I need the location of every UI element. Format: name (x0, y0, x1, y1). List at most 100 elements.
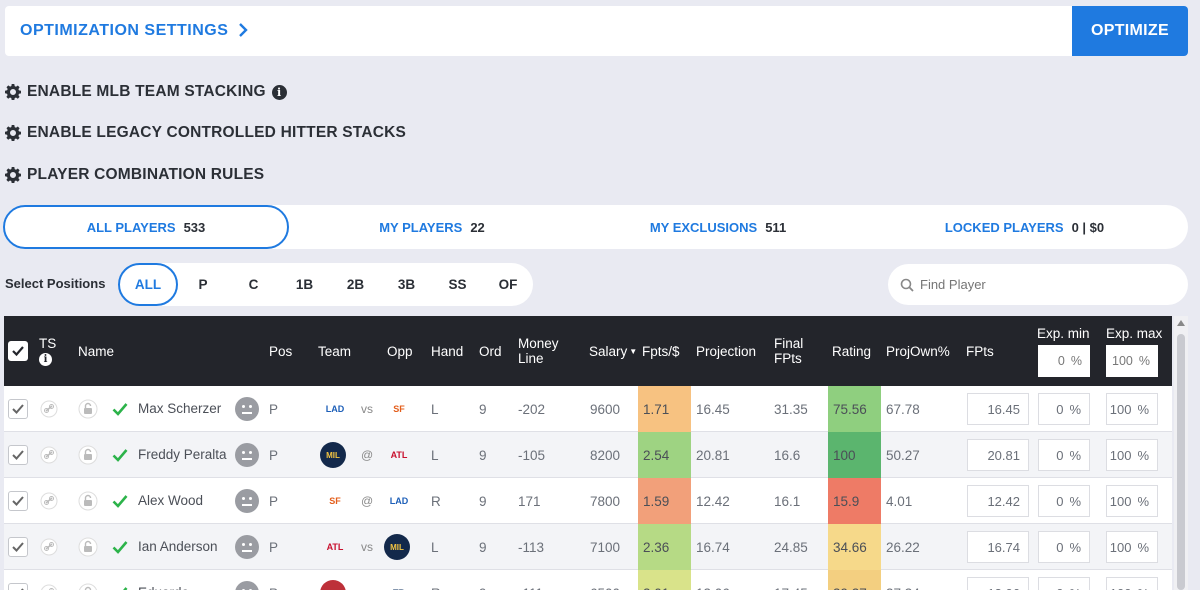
row-checkbox[interactable] (8, 583, 28, 590)
neutral-face-icon[interactable] (235, 581, 259, 590)
position-2b[interactable]: 2B (330, 263, 381, 306)
lock-icon[interactable] (78, 432, 98, 478)
player-name[interactable]: Alex Wood (138, 493, 230, 509)
header-fpts[interactable]: FPts (966, 316, 994, 386)
check-icon (112, 478, 128, 524)
player-name[interactable]: Freddy Peralta (138, 447, 230, 463)
position-ss[interactable]: SS (432, 263, 483, 306)
lock-icon[interactable] (78, 478, 98, 524)
exp-max-input[interactable]: 100% (1106, 531, 1158, 563)
header-ts[interactable]: TS i (39, 316, 56, 386)
neutral-face-icon[interactable] (235, 443, 259, 467)
neutral-face-icon[interactable] (235, 489, 259, 513)
position-c[interactable]: C (228, 263, 279, 306)
find-player-input[interactable] (920, 277, 1170, 292)
find-player-search[interactable] (888, 264, 1188, 305)
exp-max-all-input[interactable]: 100% (1106, 345, 1158, 377)
position-all[interactable]: ALL (118, 263, 178, 306)
link-icon[interactable] (40, 524, 58, 570)
table-scrollbar[interactable] (1174, 316, 1188, 590)
header-money-line[interactable]: Money Line (518, 316, 568, 386)
exp-max-input[interactable]: 100% (1106, 393, 1158, 425)
header-rating[interactable]: Rating (832, 316, 871, 386)
table-row: Max Scherzer P LAD vs SF L 9 -202 9600 1… (4, 386, 1172, 432)
header-salary-label: Salary (589, 343, 628, 359)
lock-icon[interactable] (78, 570, 98, 590)
header-pos[interactable]: Pos (269, 316, 292, 386)
position-1b[interactable]: 1B (279, 263, 330, 306)
lock-icon[interactable] (78, 386, 98, 432)
exp-min-input[interactable]: 0% (1038, 439, 1090, 471)
player-name[interactable]: Max Scherzer (138, 401, 230, 417)
tab-locked-players[interactable]: LOCKED PLAYERS 0 | $0 (861, 205, 1188, 249)
player-final-fpts: 17.45 (774, 570, 808, 590)
link-icon[interactable] (40, 478, 58, 524)
exp-max-input[interactable]: 100% (1106, 439, 1158, 471)
player-fpts-per-dollar: 2.54 (638, 432, 691, 478)
header-opp[interactable]: Opp (387, 316, 413, 386)
header-projown[interactable]: ProjOwn% (886, 316, 950, 386)
header-ord[interactable]: Ord (479, 316, 502, 386)
lock-icon[interactable] (78, 524, 98, 570)
exp-min-input[interactable]: 0% (1038, 531, 1090, 563)
header-team[interactable]: Team (318, 316, 351, 386)
header-final-fpts[interactable]: Final FPts (774, 316, 814, 386)
fpts-input[interactable]: 20.81 (967, 439, 1029, 471)
exp-max-input[interactable]: 100% (1106, 577, 1158, 590)
exp-min-input[interactable]: 0% (1038, 393, 1090, 425)
player-name[interactable]: Eduardo (138, 585, 230, 590)
player-pos: P (269, 447, 279, 463)
player-projown: 67.78 (886, 401, 920, 417)
player-projown: 4.01 (886, 493, 913, 509)
fpts-input[interactable]: 13.06 (967, 577, 1029, 590)
optimization-settings-bar[interactable]: OPTIMIZATION SETTINGS OPTIMIZE (5, 6, 1188, 56)
fpts-input[interactable]: 16.74 (967, 531, 1029, 563)
exp-min-all-input[interactable]: 0% (1038, 345, 1090, 377)
player-final-fpts: 31.35 (774, 401, 808, 417)
position-3b[interactable]: 3B (381, 263, 432, 306)
row-checkbox[interactable] (8, 491, 28, 511)
link-icon[interactable] (40, 386, 58, 432)
position-p[interactable]: P (178, 263, 228, 306)
tab-my-players[interactable]: MY PLAYERS 22 (289, 205, 575, 249)
tab-my-exclusions[interactable]: MY EXCLUSIONS 511 (575, 205, 861, 249)
row-checkbox[interactable] (8, 537, 28, 557)
position-of[interactable]: OF (483, 263, 533, 306)
exp-min-input[interactable]: 0% (1038, 577, 1090, 590)
info-icon[interactable]: i (271, 84, 287, 100)
exp-min-input[interactable]: 0% (1038, 485, 1090, 517)
tab-all-players[interactable]: ALL PLAYERS 533 (3, 205, 289, 249)
gear-icon (5, 84, 21, 100)
select-all-checkbox[interactable] (8, 316, 28, 386)
optimization-settings-title: OPTIMIZATION SETTINGS (20, 22, 229, 39)
setting-legacy-hitter-stacks[interactable]: ENABLE LEGACY CONTROLLED HITTER STACKS (5, 124, 406, 142)
link-icon[interactable] (40, 432, 58, 478)
row-checkbox[interactable] (8, 445, 28, 465)
scrollbar-thumb[interactable] (1177, 334, 1185, 590)
search-icon (900, 278, 914, 292)
setting-team-stacking[interactable]: ENABLE MLB TEAM STACKING i (5, 83, 287, 101)
fpts-input[interactable]: 12.42 (967, 485, 1029, 517)
scroll-up-icon[interactable] (1177, 320, 1185, 326)
neutral-face-icon[interactable] (235, 535, 259, 559)
header-fpts-per-dollar[interactable]: Fpts/$ (642, 316, 680, 386)
header-salary[interactable]: Salary ▼ (589, 316, 637, 386)
optimization-settings-toggle[interactable]: OPTIMIZATION SETTINGS (20, 21, 249, 42)
neutral-face-icon[interactable] (235, 397, 259, 421)
setting-player-combination-rules[interactable]: PLAYER COMBINATION RULES (5, 166, 264, 184)
header-exp-min: Exp. min (1037, 325, 1090, 341)
gear-icon (5, 167, 21, 183)
optimize-button[interactable]: OPTIMIZE (1072, 6, 1188, 56)
select-positions-label: Select Positions (5, 276, 106, 291)
exp-max-input[interactable]: 100% (1106, 485, 1158, 517)
player-pos: P (269, 493, 279, 509)
setting-label: ENABLE MLB TEAM STACKING (27, 83, 266, 100)
header-projection[interactable]: Projection (696, 316, 756, 386)
info-icon[interactable]: i (39, 353, 52, 366)
header-name[interactable]: Name (78, 316, 114, 386)
fpts-input[interactable]: 16.45 (967, 393, 1029, 425)
player-name[interactable]: Ian Anderson (138, 539, 230, 555)
row-checkbox[interactable] (8, 399, 28, 419)
header-hand[interactable]: Hand (431, 316, 463, 386)
link-icon[interactable] (40, 570, 58, 590)
